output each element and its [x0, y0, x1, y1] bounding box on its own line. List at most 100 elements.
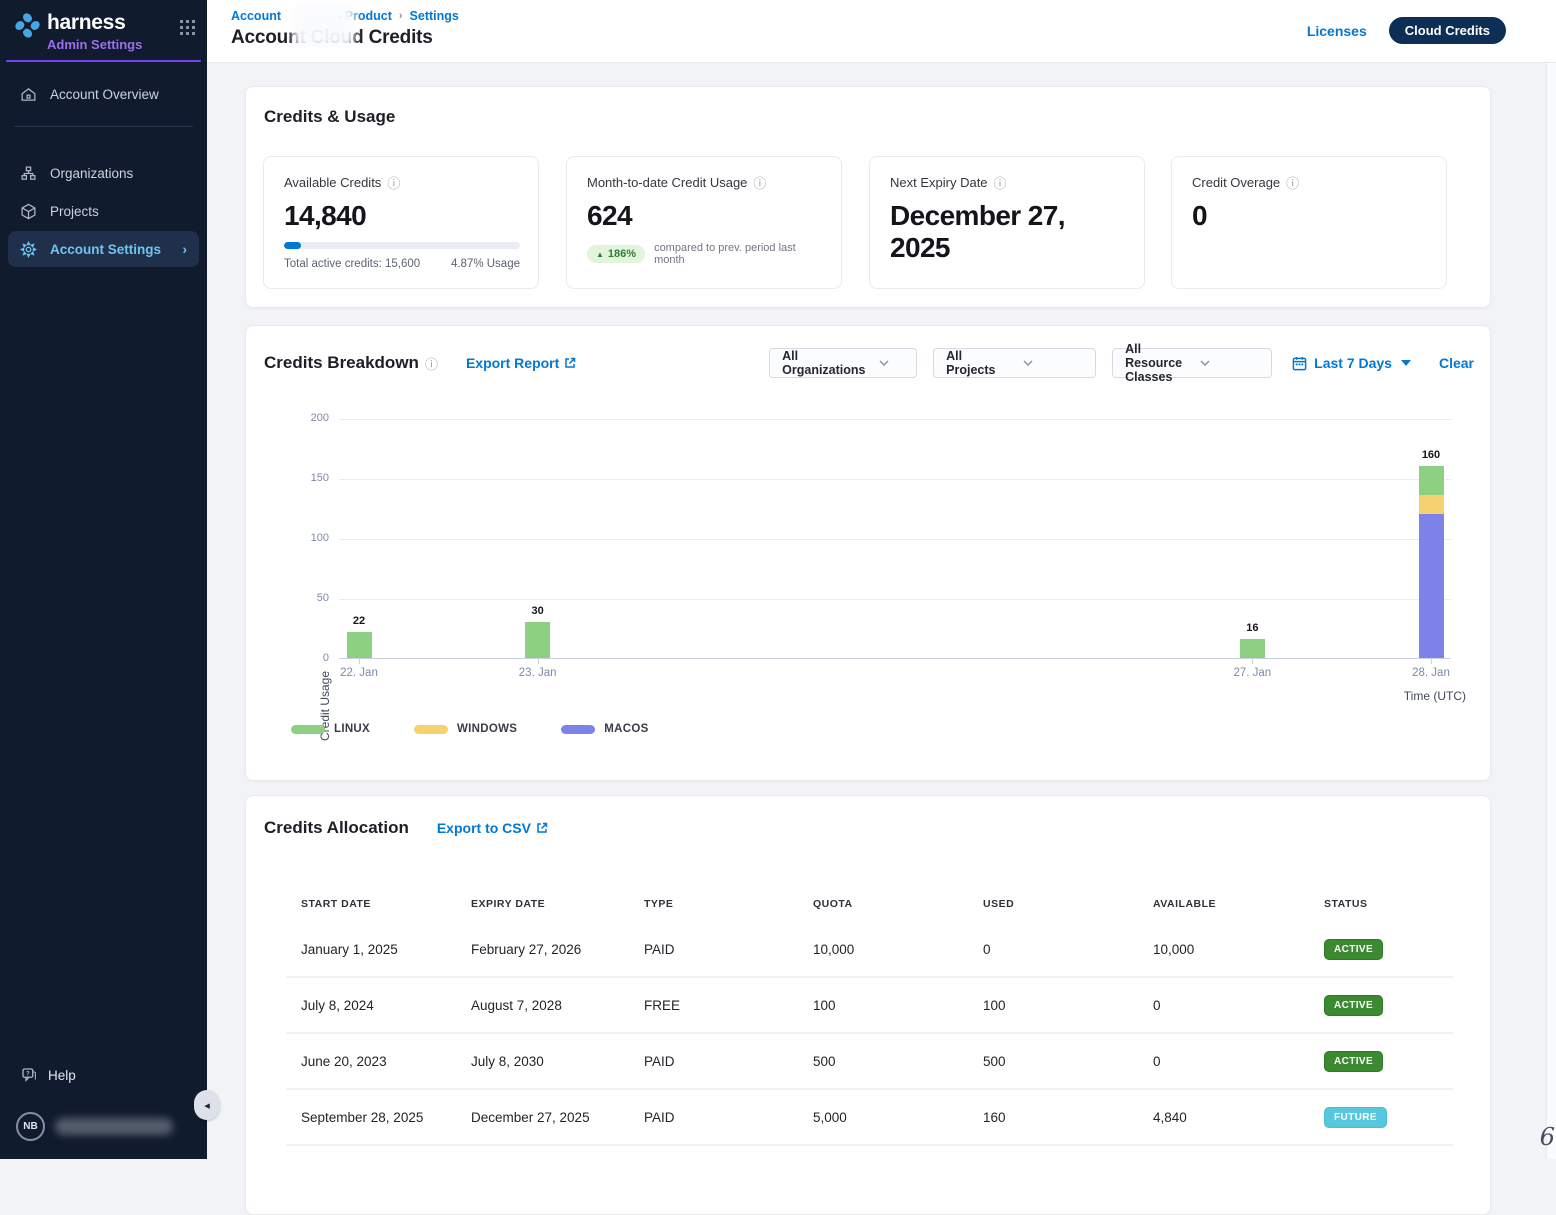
chart-legend: LINUX WINDOWS MACOS: [291, 723, 693, 735]
credits-progress-track: [284, 242, 520, 249]
stat-label: Available Credits: [284, 175, 381, 190]
sidebar-item-label: Organizations: [50, 166, 133, 181]
info-icon[interactable]: ⓘ: [994, 173, 1007, 192]
legend-swatch: [561, 725, 595, 734]
x-axis-line: [339, 658, 1451, 659]
brand-underline: [6, 60, 201, 62]
sidebar-item-label: Account Overview: [50, 87, 159, 102]
credits-progress-fill: [284, 242, 301, 249]
info-icon[interactable]: ⓘ: [387, 173, 400, 192]
bar-total-label: 16: [1222, 622, 1282, 634]
annotation-artifact: 6: [1540, 1123, 1555, 1151]
status-badge: ACTIVE: [1324, 939, 1383, 960]
avatar[interactable]: NB: [16, 1112, 45, 1141]
sidebar-nav: Account Overview Organizations Projects: [0, 76, 207, 267]
delta-note: compared to prev. period last month: [654, 242, 821, 266]
mtd-usage-card: Month-to-date Credit Usage ⓘ 624 ▲ 186% …: [566, 156, 842, 289]
up-triangle-icon: ▲: [596, 250, 604, 259]
mtd-usage-value: 624: [587, 200, 821, 232]
legend-item-macos[interactable]: MACOS: [561, 723, 648, 735]
brand-name: harness: [47, 12, 142, 34]
credits-allocation-title: Credits Allocation: [264, 818, 409, 838]
legend-item-windows[interactable]: WINDOWS: [414, 723, 517, 735]
legend-item-linux[interactable]: LINUX: [291, 723, 370, 735]
sidebar-item-organizations[interactable]: Organizations: [8, 155, 199, 191]
usage-percent: 4.87% Usage: [451, 258, 520, 270]
allocation-table: START DATE EXPIRY DATE TYPE QUOTA USED A…: [286, 886, 1453, 1146]
export-csv-link[interactable]: Export to CSV: [437, 820, 548, 836]
redacted-username: [55, 1118, 173, 1135]
sidebar-item-label: Account Settings: [50, 242, 161, 257]
table-header: START DATE EXPIRY DATE TYPE QUOTA USED A…: [286, 886, 1453, 922]
y-tick-label: 150: [285, 472, 329, 484]
bar-segment-linux: [347, 632, 372, 658]
table-row: January 1, 2025February 27, 2026 PAID10,…: [286, 922, 1453, 978]
info-icon[interactable]: ⓘ: [753, 173, 766, 192]
col-expiry-date: EXPIRY DATE: [471, 898, 644, 910]
sidebar-bottom: ? Help NB: [0, 1056, 207, 1159]
gridline: [339, 539, 1451, 540]
licenses-link[interactable]: Licenses: [1307, 23, 1367, 39]
stat-label: Next Expiry Date: [890, 175, 988, 190]
help-label: Help: [48, 1068, 76, 1083]
col-available: AVAILABLE: [1153, 898, 1324, 910]
col-status: STATUS: [1324, 898, 1453, 910]
sidebar-item-projects[interactable]: Projects: [8, 193, 199, 229]
legend-label: WINDOWS: [457, 723, 517, 735]
bar-segment-windows: [1419, 495, 1444, 514]
credits-breakdown-chart: Credit Usage 05010015020022. Jan2223. Ja…: [246, 326, 1490, 780]
sidebar-item-label: Projects: [50, 204, 99, 219]
x-tick-mark: [359, 659, 360, 664]
legend-label: LINUX: [334, 723, 370, 735]
external-link-icon: [536, 822, 548, 834]
total-active-credits: Total active credits: 15,600: [284, 258, 420, 270]
chart-bar[interactable]: [525, 622, 550, 658]
credits-breakdown-section: Credits Breakdown ⓘ Export Report All Or…: [245, 325, 1491, 781]
sidebar-divider: [14, 126, 193, 127]
table-row: June 20, 2023July 8, 2030 PAID500 5000 A…: [286, 1034, 1453, 1090]
gear-icon: [20, 240, 38, 258]
bar-segment-linux: [525, 622, 550, 658]
chevron-right-icon: ›: [183, 242, 188, 257]
credit-overage-value: 0: [1192, 200, 1426, 232]
legend-swatch: [291, 725, 325, 734]
sidebar: harness Admin Settings Account Overview: [0, 0, 207, 1159]
sidebar-item-account-settings[interactable]: Account Settings ›: [8, 231, 199, 267]
available-credits-value: 14,840: [284, 200, 518, 232]
info-icon[interactable]: ⓘ: [1286, 173, 1299, 192]
col-used: USED: [983, 898, 1153, 910]
chart-plot: 05010015020022. Jan2223. Jan3027. Jan162…: [339, 419, 1451, 659]
x-tick-label: 28. Jan: [1391, 667, 1471, 679]
x-tick-mark: [538, 659, 539, 664]
breadcrumb-blur-smudge: [293, 4, 355, 48]
user-account-row[interactable]: NB: [0, 1094, 207, 1145]
breadcrumb-settings[interactable]: Settings: [410, 9, 459, 23]
page-header: Account - Product › Settings Account Clo…: [207, 0, 1556, 63]
home-icon: [20, 85, 38, 103]
sidebar-collapse-handle[interactable]: ◂: [194, 1090, 220, 1120]
credit-overage-card: Credit Overage ⓘ 0: [1171, 156, 1447, 289]
brand[interactable]: harness Admin Settings: [0, 0, 207, 52]
apps-grid-icon[interactable]: [180, 20, 195, 35]
cloud-credits-button[interactable]: Cloud Credits: [1389, 17, 1506, 44]
chart-bar[interactable]: [1419, 466, 1444, 658]
help-button[interactable]: ? Help: [0, 1056, 207, 1094]
chart-bar[interactable]: [1240, 639, 1265, 658]
status-badge: ACTIVE: [1324, 995, 1383, 1016]
bar-segment-linux: [1240, 639, 1265, 658]
credits-usage-section: Credits & Usage Available Credits ⓘ 14,8…: [245, 86, 1491, 308]
bar-total-label: 22: [329, 615, 389, 627]
scrollbar-track[interactable]: [1546, 63, 1556, 1159]
bar-total-label: 30: [508, 605, 568, 617]
y-tick-label: 0: [285, 652, 329, 664]
stat-label: Month-to-date Credit Usage: [587, 175, 747, 190]
x-axis-title: Time (UTC): [1404, 689, 1466, 703]
legend-swatch: [414, 725, 448, 734]
chart-bar[interactable]: [347, 632, 372, 658]
breadcrumb-account[interactable]: Account: [231, 9, 281, 23]
status-badge: FUTURE: [1324, 1107, 1387, 1128]
help-chat-icon: ?: [20, 1066, 38, 1084]
sidebar-item-account-overview[interactable]: Account Overview: [8, 76, 199, 112]
status-badge: ACTIVE: [1324, 1051, 1383, 1072]
y-tick-label: 200: [285, 412, 329, 424]
